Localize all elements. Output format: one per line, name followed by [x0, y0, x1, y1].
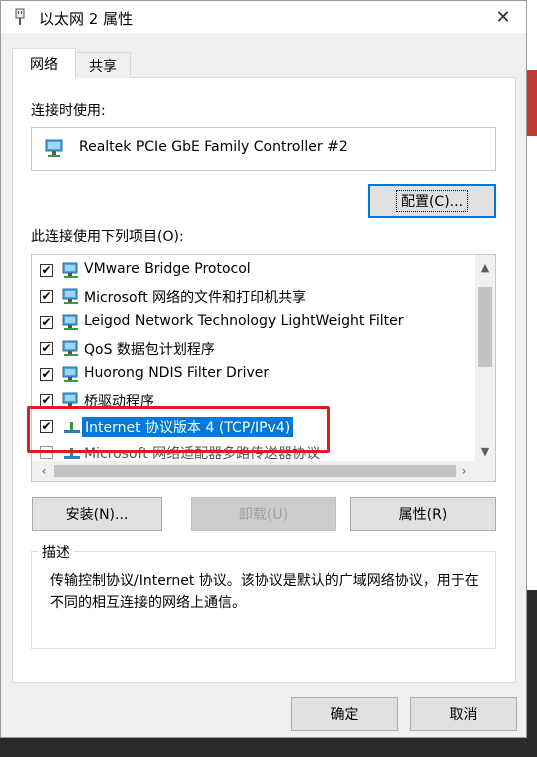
configure-button[interactable]: 配置(C)...: [368, 184, 496, 218]
configure-button-label: 配置(C)...: [395, 190, 469, 212]
properties-button[interactable]: 属性(R): [350, 497, 496, 531]
checkbox[interactable]: ✔: [40, 368, 53, 381]
list-item[interactable]: ✔ QoS 数据包计划程序: [32, 336, 472, 362]
list-item[interactable]: ✔ Huorong NDIS Filter Driver: [32, 362, 472, 388]
adapter-name: Realtek PCIe GbE Family Controller #2: [79, 139, 348, 155]
network-client-icon: [62, 314, 78, 330]
network-client-icon: [62, 366, 78, 382]
ok-button[interactable]: 确定: [291, 697, 398, 731]
cancel-button[interactable]: 取消: [410, 697, 517, 731]
items-section-label: 此连接使用下列项目(O):: [31, 229, 184, 245]
horizontal-scrollbar[interactable]: ‹ ›: [32, 461, 495, 481]
vertical-scrollbar[interactable]: ▲ ▼: [475, 255, 495, 461]
desktop-dark-block: [527, 590, 537, 757]
scroll-up-icon[interactable]: ▲: [475, 257, 495, 277]
close-icon: ✕: [495, 6, 511, 28]
network-client-icon: [62, 262, 78, 278]
scroll-right-icon[interactable]: ›: [454, 461, 474, 481]
network-adapter-icon: [45, 139, 63, 157]
scroll-left-icon[interactable]: ‹: [34, 461, 54, 481]
item-label: Huorong NDIS Filter Driver: [84, 365, 270, 381]
horizontal-scroll-thumb[interactable]: [54, 465, 456, 477]
uninstall-button[interactable]: 卸载(U): [191, 497, 336, 531]
ethernet-adapter-icon: [15, 8, 25, 25]
description-text: 传输控制协议/Internet 协议。该协议是默认的广域网络协议，用于在不同的相…: [50, 573, 479, 611]
network-client-icon: [62, 340, 78, 356]
item-label: QoS 数据包计划程序: [84, 342, 215, 358]
tab-network[interactable]: 网络: [12, 48, 76, 78]
scroll-down-icon[interactable]: ▼: [475, 441, 495, 461]
desktop-taskbar-strip: [0, 738, 537, 757]
checkbox[interactable]: ✔: [40, 316, 53, 329]
title-bar[interactable]: 以太网 2 属性 ✕: [1, 1, 526, 33]
checkbox[interactable]: ✔: [40, 342, 53, 355]
description-title: 描述: [38, 542, 74, 562]
window-title: 以太网 2 属性: [39, 10, 134, 28]
vertical-scroll-thumb[interactable]: [478, 287, 492, 367]
checkbox[interactable]: ✔: [40, 290, 53, 303]
item-label: VMware Bridge Protocol: [84, 261, 251, 277]
annotation-highlight-box: [27, 406, 330, 453]
checkbox[interactable]: ✔: [40, 264, 53, 277]
network-client-icon: [62, 288, 78, 304]
list-item[interactable]: ✔ Microsoft 网络的文件和打印机共享: [32, 284, 472, 310]
item-label: Leigod Network Technology LightWeight Fi…: [84, 313, 404, 329]
install-button[interactable]: 安装(N)...: [32, 497, 162, 531]
list-item[interactable]: ✔ Leigod Network Technology LightWeight …: [32, 310, 472, 336]
list-item[interactable]: ✔ VMware Bridge Protocol: [32, 258, 472, 284]
connect-using-label: 连接时使用:: [31, 103, 106, 119]
adapter-display: Realtek PCIe GbE Family Controller #2: [31, 127, 496, 171]
desktop-background-right: [527, 0, 537, 757]
tab-sharing[interactable]: 共享: [75, 52, 131, 78]
item-label: Microsoft 网络的文件和打印机共享: [84, 290, 307, 306]
close-button[interactable]: ✕: [480, 1, 526, 33]
desktop-red-block: [527, 70, 537, 136]
